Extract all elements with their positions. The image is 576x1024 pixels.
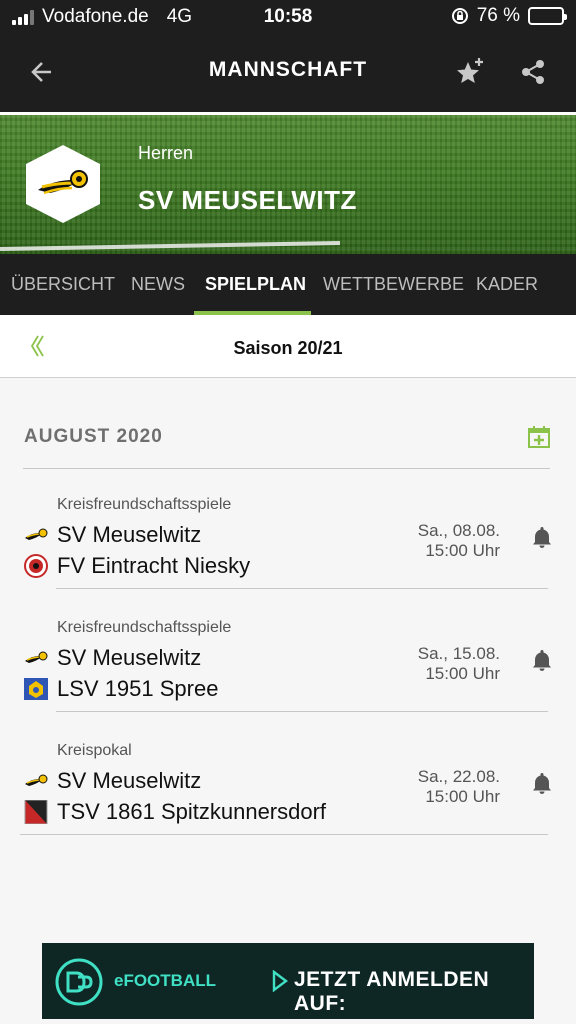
home-team-logo — [25, 651, 48, 663]
match-date: Sa., 15.08. — [417, 644, 500, 663]
away-team-logo — [24, 678, 48, 700]
competition-label: Kreispokal — [57, 742, 132, 759]
bell-icon[interactable] — [531, 648, 553, 672]
team-header: Herren SV MEUSELWITZ — [0, 112, 576, 254]
home-team: SV Meuselwitz — [57, 645, 202, 670]
tab-wettbewerbe[interactable]: WETTBEWERBE — [323, 274, 464, 295]
home-team-logo — [25, 528, 48, 540]
home-team: SV Meuselwitz — [57, 522, 202, 547]
status-bar: Vodafone.de 4G 10:58 76 % — [0, 0, 576, 32]
app-bar: MANNSCHAFT — [0, 32, 576, 112]
tab-news[interactable]: NEWS — [131, 274, 185, 295]
match-divider — [56, 588, 548, 589]
home-team-logo — [25, 774, 48, 786]
battery-icon — [528, 7, 567, 25]
season-label: Saison 20/21 — [233, 338, 343, 358]
bell-icon[interactable] — [531, 525, 553, 549]
away-team-logo — [24, 800, 48, 824]
month-header: AUGUST 2020 — [24, 426, 163, 447]
status-right: 76 % — [451, 5, 567, 27]
match-time: 15:00 Uhr — [425, 664, 500, 683]
share-icon — [522, 60, 544, 84]
match-date: Sa., 22.08. — [417, 767, 500, 786]
match-divider — [56, 711, 548, 712]
ad-banner[interactable]: eFOOTBALL JETZT ANMELDEN AUF: — [42, 943, 534, 1019]
match-date: Sa., 08.08. — [417, 521, 500, 540]
pitch-line — [0, 241, 341, 251]
ad-brand: eFOOTBALL — [114, 971, 216, 990]
star-add-icon — [457, 58, 483, 83]
match-item[interactable]: Kreisfreundschaftsspiele SV Meuselwitz L… — [0, 605, 576, 728]
season-selector: Saison 20/21 — [0, 315, 576, 378]
match-divider — [20, 834, 548, 835]
favorite-button[interactable] — [450, 52, 490, 92]
tab-kader[interactable]: KADER — [476, 274, 538, 295]
play-icon — [272, 970, 288, 992]
share-button[interactable] — [513, 52, 553, 92]
match-item[interactable]: Kreispokal SV Meuselwitz TSV 1861 Spitzk… — [0, 728, 576, 851]
away-team: FV Eintracht Niesky — [57, 553, 251, 578]
tab-spielplan[interactable]: SPIELPLAN — [205, 274, 306, 295]
match-item[interactable]: Kreisfreundschaftsspiele SV Meuselwitz F… — [0, 482, 576, 605]
home-team: SV Meuselwitz — [57, 768, 202, 793]
rotation-lock-icon — [451, 8, 468, 24]
competition-label: Kreisfreundschaftsspiele — [57, 496, 232, 513]
team-name: SV MEUSELWITZ — [138, 185, 357, 215]
month-divider — [23, 468, 550, 469]
bell-icon[interactable] — [531, 771, 553, 795]
away-team: LSV 1951 Spree — [57, 676, 219, 701]
tab-uebersicht[interactable]: ÜBERSICHT — [11, 274, 115, 295]
tab-bar: ÜBERSICHT NEWS SPIELPLAN WETTBEWERBE KAD… — [0, 254, 576, 315]
battery-percent: 76 % — [476, 5, 520, 26]
competition-label: Kreisfreundschaftsspiele — [57, 619, 232, 636]
team-logo — [26, 145, 100, 223]
ad-cta: JETZT ANMELDEN AUF: — [294, 968, 490, 1015]
match-time: 15:00 Uhr — [425, 541, 500, 560]
away-team-logo — [24, 554, 48, 578]
match-time: 15:00 Uhr — [425, 787, 500, 806]
team-category: Herren — [138, 143, 194, 163]
calendar-add-icon[interactable] — [527, 425, 551, 449]
dfb-logo-icon — [55, 958, 103, 1006]
away-team: TSV 1861 Spitzkunnersdorf — [57, 799, 327, 824]
